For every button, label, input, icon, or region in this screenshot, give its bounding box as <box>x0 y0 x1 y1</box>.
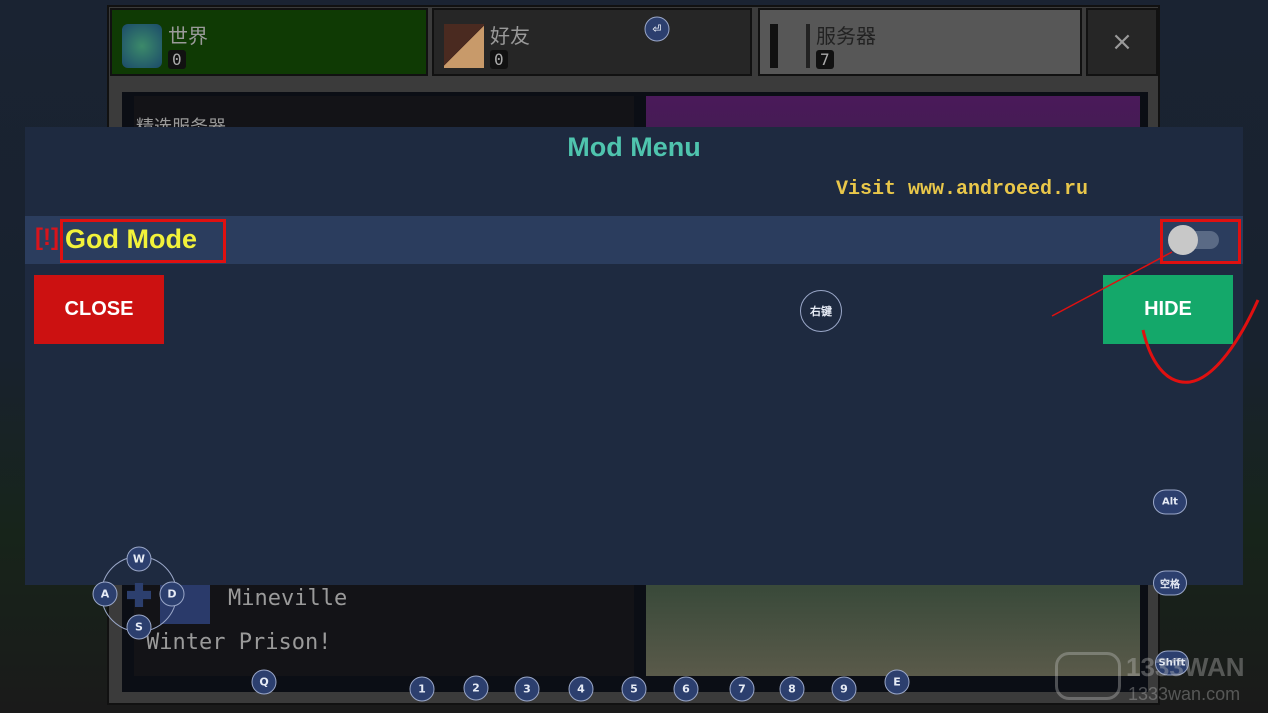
s-key[interactable]: S <box>126 614 152 640</box>
q-key[interactable]: Q <box>251 669 277 695</box>
red-annotation <box>1051 251 1260 384</box>
w-key[interactable]: W <box>126 546 152 572</box>
right-click-key[interactable]: 右键 <box>800 290 842 332</box>
hotbar-5-key[interactable]: 5 <box>621 676 647 702</box>
alt-key[interactable]: Alt <box>1153 489 1187 515</box>
hotbar-8-key[interactable]: 8 <box>779 676 805 702</box>
hotbar-6-key[interactable]: 6 <box>673 676 699 702</box>
gamepad-logo-icon <box>1055 652 1121 700</box>
hotbar-2-key[interactable]: 2 <box>463 675 489 701</box>
watermark-brand: 1333WAN <box>1126 652 1245 682</box>
hotbar-9-key[interactable]: 9 <box>831 676 857 702</box>
a-key[interactable]: A <box>92 581 118 607</box>
enter-key[interactable]: ⏎ <box>644 16 670 42</box>
space-key[interactable]: 空格 <box>1153 570 1187 596</box>
watermark-site: 1333wan.com <box>1128 684 1241 704</box>
hotbar-7-key[interactable]: 7 <box>729 676 755 702</box>
hotbar-1-key[interactable]: 1 <box>409 676 435 702</box>
e-key[interactable]: E <box>884 669 910 695</box>
annotation-check <box>1141 299 1260 384</box>
hotbar-3-key[interactable]: 3 <box>514 676 540 702</box>
annotation-arrow <box>1051 251 1173 317</box>
d-key[interactable]: D <box>159 581 185 607</box>
hotbar-4-key[interactable]: 4 <box>568 676 594 702</box>
